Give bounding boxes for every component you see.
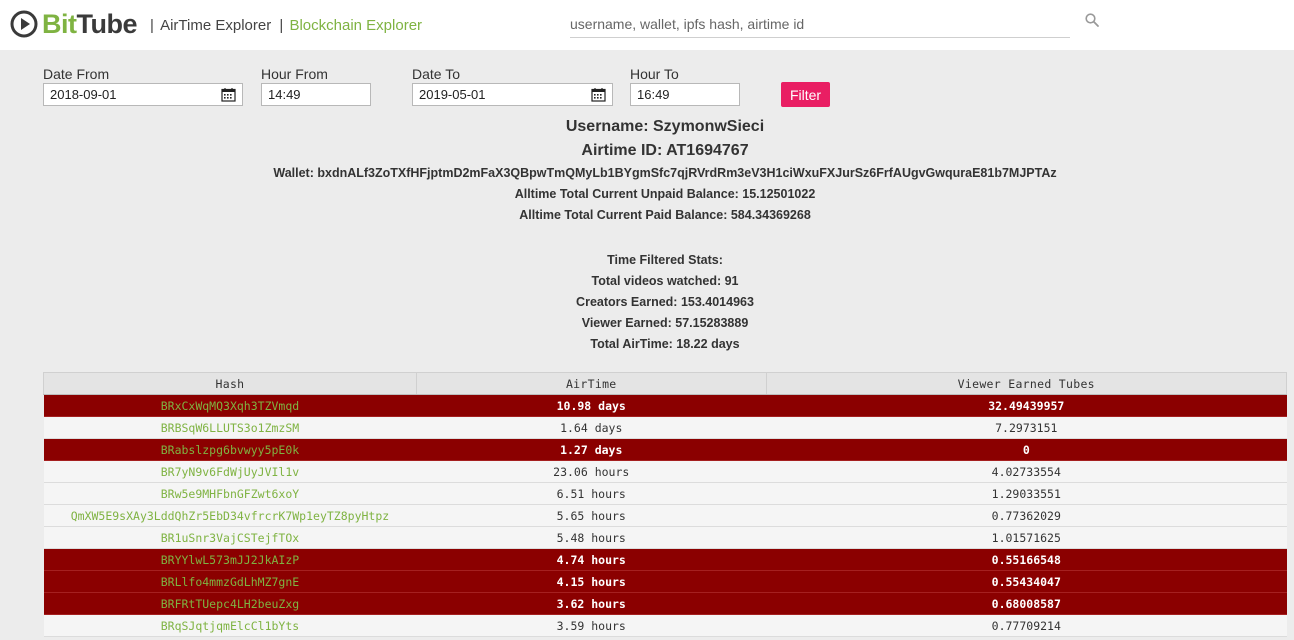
airtime-cell: 4.74 hours [416, 548, 767, 571]
viewer-earned-cell: 4.02733554 [766, 460, 1287, 483]
date-to-input[interactable]: 2019-05-01 [412, 83, 613, 106]
table-header-row: Hash AirTime Viewer Earned Tubes [43, 372, 1288, 395]
column-header-viewer-earned[interactable]: Viewer Earned Tubes [765, 372, 1288, 395]
airtime-cell: 1.64 days [416, 416, 767, 439]
nav-separator: | [150, 17, 154, 34]
date-from-input[interactable]: 2018-09-01 [43, 83, 243, 106]
search-icon[interactable] [1084, 12, 1100, 28]
hash-link[interactable]: BRYYlwL573mJJ2JkAIzP [43, 548, 417, 571]
unpaid-balance-text: Alltime Total Current Unpaid Balance: 15… [514, 187, 816, 201]
hash-link[interactable]: BRqSJqtjqmElcCl1bYts [43, 614, 417, 637]
stats-videos-watched: Total videos watched: 91 [591, 274, 739, 288]
table-row: BRabslzpg6bvwyy5pE0k 1.27 days 0 [43, 438, 1287, 461]
date-from-label: Date From [43, 66, 110, 82]
top-navigation-bar: BitTube | AirTime Explorer | Blockchain … [0, 0, 1294, 50]
airtime-cell: 5.65 hours [416, 504, 767, 527]
table-row: QmXW5E9sXAy3LddQhZr5EbD34vfrcrK7Wp1eyTZ8… [43, 504, 1287, 527]
hash-link[interactable]: BRw5e9MHFbnGFZwt6xoY [43, 482, 417, 505]
hour-to-input[interactable]: 16:49 [630, 83, 740, 106]
date-to-value: 2019-05-01 [419, 87, 486, 102]
column-header-airtime[interactable]: AirTime [415, 372, 767, 395]
table-row: BRYYlwL573mJJ2JkAIzP 4.74 hours 0.55166548 [43, 548, 1287, 571]
hash-link[interactable]: BRxCxWqMQ3Xqh3TZVmqd [43, 394, 417, 417]
nav-separator: | [279, 17, 284, 34]
airtime-cell: 5.48 hours [416, 526, 767, 549]
date-to-label: Date To [412, 66, 460, 82]
table-row: BRqSJqtjqmElcCl1bYts 3.59 hours 0.77709214 [43, 614, 1287, 637]
hour-from-value: 14:49 [268, 87, 301, 102]
date-from-value: 2018-09-01 [50, 87, 117, 102]
viewer-earned-cell: 1.01571625 [766, 526, 1287, 549]
hash-link[interactable]: BRLlfo4mmzGdLhMZ7gnE [43, 570, 417, 593]
stats-total-airtime: Total AirTime: 18.22 days [590, 337, 740, 351]
nav-blockchain-explorer-link[interactable]: Blockchain Explorer [289, 17, 422, 34]
viewer-earned-cell: 0.77362029 [766, 504, 1287, 527]
table-row: BR7yN9v6FdWjUyJVIl1v 23.06 hours 4.0273355… [43, 460, 1287, 483]
table-row: BR1uSnr3VajCSTejfTOx 5.48 hours 1.01571625 [43, 526, 1287, 549]
calendar-icon[interactable] [221, 87, 236, 102]
airtime-cell: 3.59 hours [416, 614, 767, 637]
airtime-cell: 6.51 hours [416, 482, 767, 505]
paid-balance-text: Alltime Total Current Paid Balance: 584.… [519, 208, 811, 222]
username-text: Username: SzymonwSieci [565, 118, 765, 135]
table-row: BRFRtTUepc4LH2beuZxg 3.62 hours 0.68008587 [43, 592, 1287, 615]
wallet-text: Wallet: bxdnALf3ZoTXfHFjptmD2mFaX3QBpwTm… [273, 166, 1057, 180]
logo-text: BitTube [42, 8, 137, 39]
table-row: BRLlfo4mmzGdLhMZ7gnE 4.15 hours 0.55434047 [43, 570, 1287, 593]
nav-links: | AirTime Explorer | Blockchain Explorer [150, 17, 422, 34]
search-input[interactable] [570, 10, 1070, 38]
column-header-hash[interactable]: Hash [43, 372, 417, 395]
play-circle-icon [10, 10, 38, 38]
hour-from-input[interactable]: 14:49 [261, 83, 371, 106]
stats-creators-earned: Creators Earned: 153.4014963 [576, 295, 754, 309]
hash-link[interactable]: QmXW5E9sXAy3LddQhZr5EbD34vfrcrK7Wp1eyTZ8… [43, 504, 417, 527]
hash-link[interactable]: BRBSqW6LLUTS3o1ZmzSM [43, 416, 417, 439]
hash-link[interactable]: BR1uSnr3VajCSTejfTOx [43, 526, 417, 549]
viewer-earned-cell: 0 [766, 438, 1287, 461]
hash-link[interactable]: BRabslzpg6bvwyy5pE0k [43, 438, 417, 461]
table-body: BRxCxWqMQ3Xqh3TZVmqd 10.98 days 32.4943995… [43, 394, 1287, 637]
hash-link[interactable]: BR7yN9v6FdWjUyJVIl1v [43, 460, 417, 483]
hour-to-value: 16:49 [637, 87, 670, 102]
hash-link[interactable]: BRFRtTUepc4LH2beuZxg [43, 592, 417, 615]
nav-airtime-explorer[interactable]: AirTime Explorer [160, 17, 271, 34]
table-row: BRw5e9MHFbnGFZwt6xoY 6.51 hours 1.29033551 [43, 482, 1287, 505]
airtime-id-text: Airtime ID: AT1694767 [581, 142, 749, 159]
stats-viewer-earned: Viewer Earned: 57.15283889 [581, 316, 749, 330]
calendar-icon[interactable] [591, 87, 606, 102]
viewer-earned-cell: 32.49439957 [766, 394, 1287, 417]
stats-title: Time Filtered Stats: [607, 253, 723, 267]
viewer-earned-cell: 0.55166548 [766, 548, 1287, 571]
table-row: BRxCxWqMQ3Xqh3TZVmqd 10.98 days 32.4943995… [43, 394, 1287, 417]
hour-from-label: Hour From [261, 66, 328, 82]
viewer-earned-cell: 0.55434047 [766, 570, 1287, 593]
bittube-logo[interactable]: BitTube [10, 9, 137, 39]
airtime-cell: 1.27 days [416, 438, 767, 461]
table-row: BRBSqW6LLUTS3o1ZmzSM 1.64 days 7.2973151 [43, 416, 1287, 439]
viewer-earned-cell: 1.29033551 [766, 482, 1287, 505]
airtime-cell: 4.15 hours [416, 570, 767, 593]
filter-button[interactable]: Filter [781, 82, 830, 107]
viewer-earned-cell: 0.77709214 [766, 614, 1287, 637]
airtime-cell: 10.98 days [416, 394, 767, 417]
viewer-earned-cell: 7.2973151 [766, 416, 1287, 439]
airtime-cell: 23.06 hours [416, 460, 767, 483]
viewer-earned-cell: 0.68008587 [766, 592, 1287, 615]
airtime-table: Hash AirTime Viewer Earned Tubes BRxCxWq… [43, 372, 1288, 637]
airtime-cell: 3.62 hours [416, 592, 767, 615]
hour-to-label: Hour To [630, 66, 679, 82]
